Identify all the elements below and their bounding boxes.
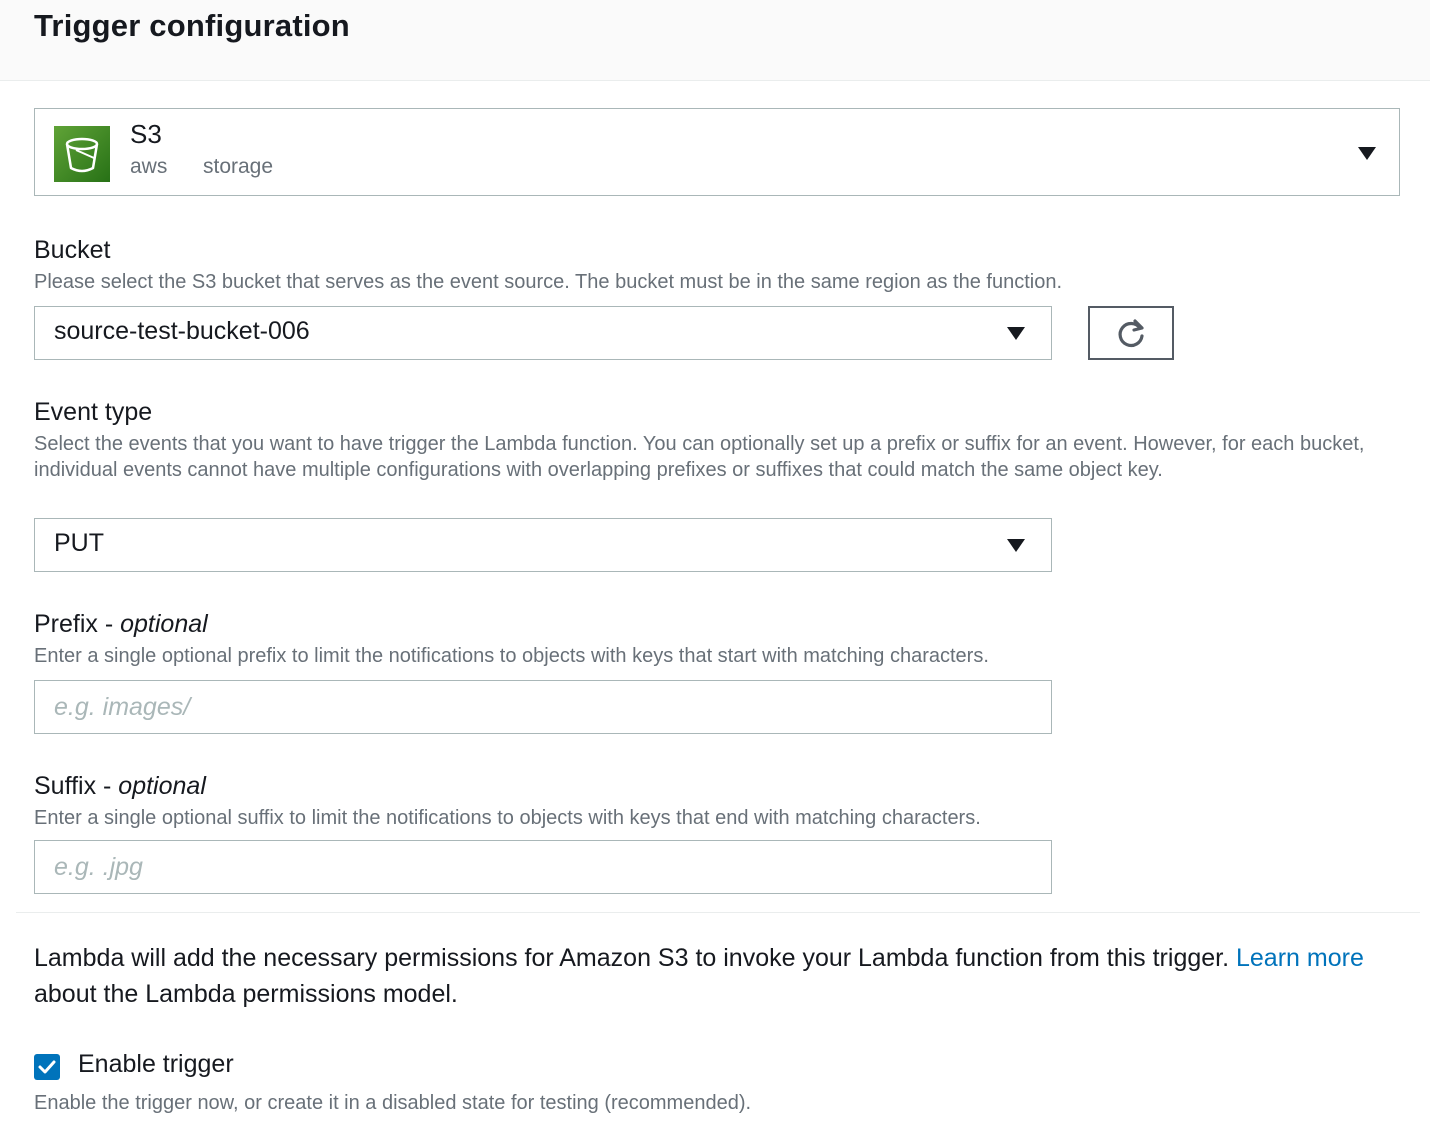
event-type-select[interactable]: PUT bbox=[34, 518, 1052, 572]
bucket-select[interactable]: source-test-bucket-006 bbox=[34, 306, 1052, 360]
enable-trigger-label[interactable]: Enable trigger bbox=[78, 1050, 234, 1079]
refresh-icon bbox=[1118, 319, 1144, 348]
event-type-label: Event type bbox=[34, 398, 153, 426]
service-tag-storage: storage bbox=[203, 155, 274, 178]
permissions-text: Lambda will add the necessary permission… bbox=[34, 944, 1236, 972]
event-type-selected-value: PUT bbox=[54, 529, 104, 557]
prefix-optional-tag: optional bbox=[120, 610, 208, 638]
suffix-label: Suffix - optional bbox=[34, 772, 206, 800]
prefix-label-text: Prefix bbox=[34, 610, 98, 638]
enable-trigger-checkbox[interactable] bbox=[34, 1054, 60, 1080]
enable-trigger-description: Enable the trigger now, or create it in … bbox=[34, 1092, 752, 1114]
s3-bucket-icon bbox=[54, 126, 110, 182]
caret-down-icon bbox=[1007, 327, 1025, 340]
suffix-field[interactable] bbox=[34, 840, 1052, 894]
prefix-input[interactable] bbox=[35, 681, 1051, 733]
prefix-field[interactable] bbox=[34, 680, 1052, 734]
section-title: Trigger configuration bbox=[34, 8, 350, 43]
section-header: Trigger configuration bbox=[0, 0, 1430, 81]
bucket-label: Bucket bbox=[34, 236, 111, 264]
event-type-description: Select the events that you want to have … bbox=[34, 433, 1365, 481]
trigger-service-select[interactable]: S3 aws storage bbox=[34, 108, 1400, 196]
learn-more-link[interactable]: Learn more bbox=[1236, 944, 1364, 972]
suffix-input[interactable] bbox=[35, 841, 1051, 893]
bucket-selected-value: source-test-bucket-006 bbox=[54, 317, 310, 345]
prefix-label: Prefix - optional bbox=[34, 610, 208, 638]
suffix-description: Enter a single optional suffix to limit … bbox=[34, 807, 981, 829]
service-name: S3 bbox=[130, 119, 162, 149]
suffix-optional-tag: optional bbox=[118, 772, 206, 800]
suffix-label-text: Suffix bbox=[34, 772, 97, 800]
caret-down-icon bbox=[1007, 539, 1025, 552]
section-divider bbox=[16, 912, 1420, 913]
service-tag-aws: aws bbox=[130, 155, 168, 178]
caret-down-icon bbox=[1358, 147, 1376, 160]
refresh-buckets-button[interactable] bbox=[1088, 306, 1174, 360]
permissions-text-end: about the Lambda permissions model. bbox=[34, 980, 458, 1008]
prefix-description: Enter a single optional prefix to limit … bbox=[34, 645, 989, 667]
bucket-description: Please select the S3 bucket that serves … bbox=[34, 271, 1062, 293]
permissions-notice: Lambda will add the necessary permission… bbox=[34, 940, 1394, 1012]
checkmark-icon bbox=[38, 1060, 56, 1074]
